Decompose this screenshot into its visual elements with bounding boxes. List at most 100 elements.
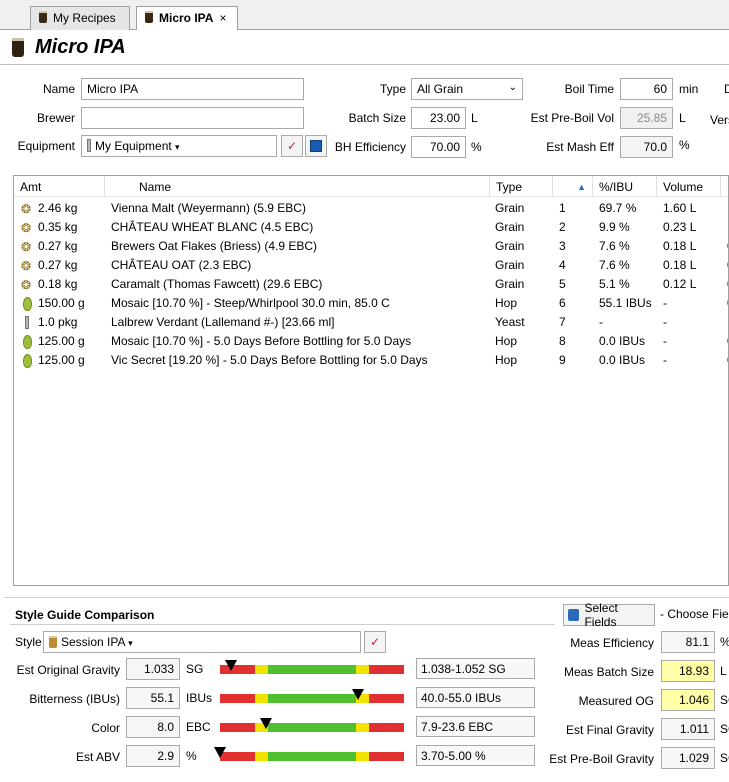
bar-high-segment [369, 723, 404, 732]
bar-edge-segment [356, 723, 369, 732]
volume-cell: - [663, 353, 667, 367]
brewer-field[interactable] [81, 107, 304, 129]
bar-edge-segment [255, 665, 268, 674]
measured-label: Meas Efficiency [570, 636, 654, 650]
table-row[interactable]: 125.00 g Mosaic [10.70 %] - 5.0 Days Befo… [14, 332, 728, 351]
bh-efficiency-field[interactable]: 70.00 [411, 136, 466, 158]
select-fields-button[interactable]: Select Fields [563, 601, 655, 629]
table-row[interactable]: 125.00 g Vic Secret [19.20 %] - 5.0 Days … [14, 351, 728, 370]
amount-cell: 150.00 g [38, 296, 85, 310]
batch-size-label: Batch Size [348, 111, 406, 125]
pct-ibu-cell: 0.0 IBUs [599, 334, 646, 348]
edit-style-button[interactable]: ✓ [364, 631, 386, 653]
type-cell: Grain [495, 239, 525, 253]
column-header-type[interactable]: Type [490, 176, 553, 197]
beer-glass-icon [39, 11, 47, 23]
pct-ibu-cell: 7.6 % [599, 239, 630, 253]
measured-value-field[interactable]: 81.1 [661, 631, 715, 653]
volume-cell: 0.18 L [663, 239, 697, 253]
bar-high-segment [369, 752, 404, 761]
table-row[interactable]: ❂ 0.18 kg Caramalt (Thomas Fawcett) (29.6 … [14, 275, 728, 294]
type-cell: Hop [495, 296, 518, 310]
tab-my-recipes[interactable]: My Recipes [30, 6, 130, 30]
table-row[interactable]: ❂ 0.27 kg CHÂTEAU OAT (2.3 EBC) Grain 4 7.6 %… [14, 256, 728, 275]
style-row-value: 8.0 [126, 716, 180, 738]
order-cell: 7 [559, 315, 566, 329]
boil-time-field[interactable]: 60 [620, 78, 673, 100]
equipment-select[interactable]: My Equipment ▾ [81, 135, 277, 157]
name-cell: Mosaic [10.70 %] - 5.0 Days Before Bottl… [111, 334, 412, 348]
type-select[interactable]: All Grain ⌄ [411, 78, 523, 100]
table-row[interactable]: ❂ 2.46 kg Vienna Malt (Weyermann) (5.9 EBC… [14, 199, 728, 218]
name-field[interactable]: Micro IPA [81, 78, 304, 100]
puzzle-icon [568, 609, 580, 621]
style-row-unit: IBUs [186, 691, 213, 705]
volume-cell: 0.23 L [663, 220, 697, 234]
type-value: All Grain [417, 82, 464, 96]
type-cell: Hop [495, 334, 518, 348]
column-header-order[interactable]: ▲ [553, 176, 593, 197]
save-equipment-button[interactable] [305, 135, 327, 157]
order-cell: 8 [559, 334, 566, 348]
style-row-label: Est Original Gravity [16, 663, 120, 677]
order-cell: 1 [559, 201, 566, 215]
table-row[interactable]: ❂ 0.27 kg Brewers Oat Flakes (Briess) (4.9… [14, 237, 728, 256]
table-row[interactable]: ❂ 0.35 kg CHÂTEAU WHEAT BLANC (4.5 EBC) Gra… [14, 218, 728, 237]
name-cell: Lalbrew Verdant (Lallemand #-) [23.66 ml… [111, 315, 335, 329]
equipment-value: My Equipment [95, 139, 172, 153]
boil-time-label: Boil Time [564, 82, 614, 96]
volume-cell: 0.12 L [663, 277, 697, 291]
tab-label: Micro IPA [159, 11, 214, 25]
table-row[interactable]: 1.0 pkg Lalbrew Verdant (Lallemand #-) [2… [14, 313, 728, 332]
grain-icon: ❂ [21, 221, 32, 235]
order-cell: 6 [559, 296, 566, 310]
column-header-amt[interactable]: Amt [14, 176, 105, 197]
style-range-bar [220, 689, 404, 703]
bar-low-segment [220, 694, 255, 703]
beer-glass-icon [145, 11, 153, 23]
batch-size-field[interactable]: 23.00 [411, 107, 466, 129]
measured-value-field[interactable]: 18.93 [661, 660, 715, 682]
beer-glass-icon [12, 38, 24, 57]
hop-icon [21, 335, 35, 349]
chevron-down-icon: ⌄ [508, 82, 517, 93]
order-cell: 9 [559, 353, 566, 367]
bar-edge-segment [356, 665, 369, 674]
value-marker-icon [260, 718, 272, 729]
version-label-cut: Vers [710, 113, 729, 127]
table-row[interactable]: 150.00 g Mosaic [10.70 %] - Steep/Whirlpo… [14, 294, 728, 313]
column-header-more[interactable] [721, 176, 728, 197]
volume-cell: - [663, 334, 667, 348]
style-row-label: Color [91, 721, 120, 735]
preboil-vol-label: Est Pre-Boil Vol [530, 111, 614, 125]
column-header-name[interactable]: Name [105, 176, 490, 197]
tab-micro-ipa[interactable]: Micro IPA × [136, 6, 238, 31]
amount-cell: 125.00 g [38, 353, 85, 367]
style-row-label: Bitterness (IBUs) [29, 692, 120, 706]
bar-target-segment [268, 723, 356, 732]
style-row-value: 1.033 [126, 658, 180, 680]
measured-unit: % [720, 635, 729, 649]
edit-equipment-button[interactable]: ✓ [281, 135, 303, 157]
style-select[interactable]: Session IPA ▾ [43, 631, 361, 653]
pct-ibu-cell: - [599, 315, 603, 329]
type-cell: Yeast [495, 315, 525, 329]
style-row-unit: % [186, 749, 197, 763]
edit-icon: ✓ [286, 139, 298, 153]
volume-cell: - [663, 315, 667, 329]
order-cell: 4 [559, 258, 566, 272]
style-range-text: 3.70-5.00 % [416, 745, 535, 766]
measured-value-field[interactable]: 1.011 [661, 718, 715, 740]
column-header-pct-ibu[interactable]: %/IBU [593, 176, 657, 197]
measured-value-field[interactable]: 1.046 [661, 689, 715, 711]
order-cell: 5 [559, 277, 566, 291]
measured-value-field[interactable]: 1.029 [661, 747, 715, 769]
ingredients-table[interactable]: Amt Name Type ▲ %/IBU Volume ❂ 2.46 kg Vie… [13, 175, 729, 586]
order-cell: 3 [559, 239, 566, 253]
column-header-volume[interactable]: Volume [657, 176, 721, 197]
close-icon[interactable]: × [219, 11, 226, 25]
measured-label: Est Final Gravity [565, 723, 654, 737]
type-label: Type [379, 82, 406, 96]
preboil-vol-field: 25.85 [620, 107, 673, 129]
mash-eff-unit: % [679, 138, 690, 152]
